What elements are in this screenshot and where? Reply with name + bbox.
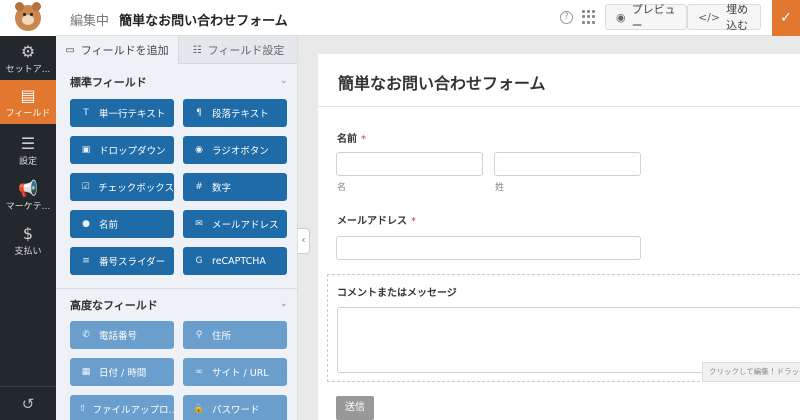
calendar-icon: ▦	[81, 367, 91, 377]
eye-icon: ◉	[616, 10, 626, 24]
last-name-sublabel: 姓	[495, 183, 505, 193]
grid-menu-icon[interactable]	[582, 10, 596, 24]
radio-icon: ◉	[195, 145, 203, 155]
left-nav: ⚙ セットア... ▤ フィールド ☰ 設定 📢 マーケテ... $ 支払い ↺	[0, 36, 56, 420]
edit-hint: クリックして編集 ! ドラッグし	[702, 362, 800, 382]
tab-label: フィールド設定	[207, 44, 285, 57]
nav-item-setup[interactable]: ⚙ セットア...	[0, 36, 56, 80]
revisions-button[interactable]: ↺	[0, 386, 56, 420]
advanced-fields-title: 高度なフィールド	[70, 299, 158, 312]
lock-icon: 🔒	[193, 404, 205, 414]
sliders-icon: ☷	[192, 44, 202, 56]
required-mark: *	[361, 134, 366, 145]
form-title: 簡単なお問い合わせフォーム	[338, 74, 546, 93]
field-button-website[interactable]: ∞ サイト / URL	[183, 358, 287, 386]
megaphone-icon: 📢	[18, 179, 38, 198]
preview-button[interactable]: ◉ プレビュー	[605, 3, 687, 32]
nav-item-fields[interactable]: ▤ フィールド	[0, 80, 56, 124]
form-title-divider	[318, 106, 800, 107]
preview-label: プレビュー	[631, 3, 676, 32]
first-name-input[interactable]	[336, 152, 483, 176]
wpforms-logo[interactable]	[0, 0, 56, 36]
standard-fields-title: 標準フィールド	[70, 76, 147, 89]
tab-add-fields[interactable]: ▭ フィールドを追加	[56, 36, 179, 64]
chevron-left-icon: ‹	[301, 235, 306, 246]
gear-icon: ⚙	[20, 42, 36, 61]
sliders-icon: ☰	[20, 134, 36, 153]
field-button-radio[interactable]: ◉ ラジオボタン	[183, 136, 287, 164]
field-button-email[interactable]: ✉ メールアドレス	[183, 210, 287, 238]
bear-logo-icon	[15, 2, 41, 31]
page-title: 編集中 簡単なお問い合わせフォーム	[70, 10, 288, 29]
collapse-panel-toggle[interactable]: ‹	[298, 228, 310, 254]
field-button-recaptcha[interactable]: GreCAPTCHA	[183, 247, 287, 275]
last-name-input[interactable]	[494, 152, 641, 176]
tab-field-settings[interactable]: ☷ フィールド設定	[179, 36, 297, 64]
field-button-dropdown[interactable]: ▣ ドロップダウン	[70, 136, 174, 164]
dropdown-icon: ▣	[81, 145, 91, 155]
field-button-address[interactable]: ⚲ 住所	[183, 321, 287, 349]
form-name: 簡単なお問い合わせフォーム	[119, 14, 288, 29]
tab-label: フィールドを追加	[80, 44, 169, 57]
comment-field-label: コメントまたはメッセージ	[337, 288, 457, 299]
check-icon: ✓	[780, 10, 792, 26]
form-preview: 簡単なお問い合わせフォーム 名前 * 名 姓 メールアドレス * コメントまたはメッ…	[318, 54, 800, 420]
nav-item-settings[interactable]: ☰ 設定	[0, 128, 56, 172]
fields-panel: ▭ フィールドを追加 ☷ フィールド設定 標準フィールド ⌄ T 単一行テキスト …	[56, 36, 298, 420]
embed-label: 埋め込む	[726, 3, 749, 32]
field-button-number[interactable]: # 数字	[183, 173, 287, 201]
field-button-name[interactable]: ● 名前	[70, 210, 174, 238]
field-button-file-upload[interactable]: ⇧ ファイルアップロ...	[70, 395, 174, 420]
nav-item-marketing[interactable]: 📢 マーケテ...	[0, 173, 56, 217]
upload-icon: ⇧	[79, 404, 87, 414]
chevron-down-icon[interactable]: ⌄	[280, 76, 288, 86]
text-icon: T	[83, 108, 89, 118]
history-icon: ↺	[21, 395, 35, 413]
phone-icon: ✆	[82, 330, 90, 340]
submit-button[interactable]: 送信	[336, 396, 374, 420]
user-icon: ●	[82, 219, 90, 229]
field-button-number-slider[interactable]: ≡ 番号スライダー	[70, 247, 174, 275]
nav-label: マーケテ...	[5, 202, 51, 212]
list-icon: ▭	[65, 44, 75, 56]
editing-label: 編集中	[70, 14, 110, 29]
dollar-icon: $	[22, 224, 34, 243]
section-divider	[56, 288, 297, 289]
paragraph-icon: ¶	[196, 108, 202, 118]
link-icon: ∞	[195, 367, 203, 377]
field-button-phone[interactable]: ✆ 電話番号	[70, 321, 174, 349]
embed-button[interactable]: </> 埋め込む	[687, 3, 761, 32]
chevron-down-icon[interactable]: ⌄	[280, 299, 288, 309]
checkbox-icon: ☑	[81, 182, 90, 192]
field-button-date-time[interactable]: ▦ 日付 / 時間	[70, 358, 174, 386]
first-name-sublabel: 名	[337, 183, 347, 193]
email-input[interactable]	[336, 236, 641, 260]
nav-item-payments[interactable]: $ 支払い	[0, 218, 56, 262]
nav-label: 設定	[18, 157, 37, 167]
field-button-paragraph[interactable]: ¶ 段落テキスト	[183, 99, 287, 127]
field-button-password[interactable]: 🔒 パスワード	[183, 395, 287, 420]
nav-label: セットア...	[5, 65, 51, 75]
code-icon: </>	[698, 10, 721, 24]
email-field-label[interactable]: メールアドレス *	[337, 212, 416, 227]
slider-icon: ≡	[82, 256, 90, 266]
field-button-checkbox[interactable]: ☑ チェックボックス	[70, 173, 174, 201]
save-button[interactable]: ✓	[772, 0, 800, 36]
hash-icon: #	[195, 182, 203, 192]
nav-label: 支払い	[14, 247, 42, 257]
map-pin-icon: ⚲	[195, 330, 203, 340]
name-field-label[interactable]: 名前 *	[337, 130, 366, 145]
envelope-icon: ✉	[195, 219, 203, 229]
google-icon: G	[195, 256, 203, 266]
required-mark: *	[411, 216, 416, 227]
fields-icon: ▤	[20, 86, 36, 105]
nav-label: フィールド	[5, 109, 51, 119]
top-bar: 編集中 簡単なお問い合わせフォーム ? ◉ プレビュー </> 埋め込む ✓	[0, 0, 800, 36]
question-circle-icon[interactable]: ?	[560, 11, 573, 24]
field-button-single-line[interactable]: T 単一行テキスト	[70, 99, 174, 127]
panel-tabs: ▭ フィールドを追加 ☷ フィールド設定	[56, 36, 297, 64]
